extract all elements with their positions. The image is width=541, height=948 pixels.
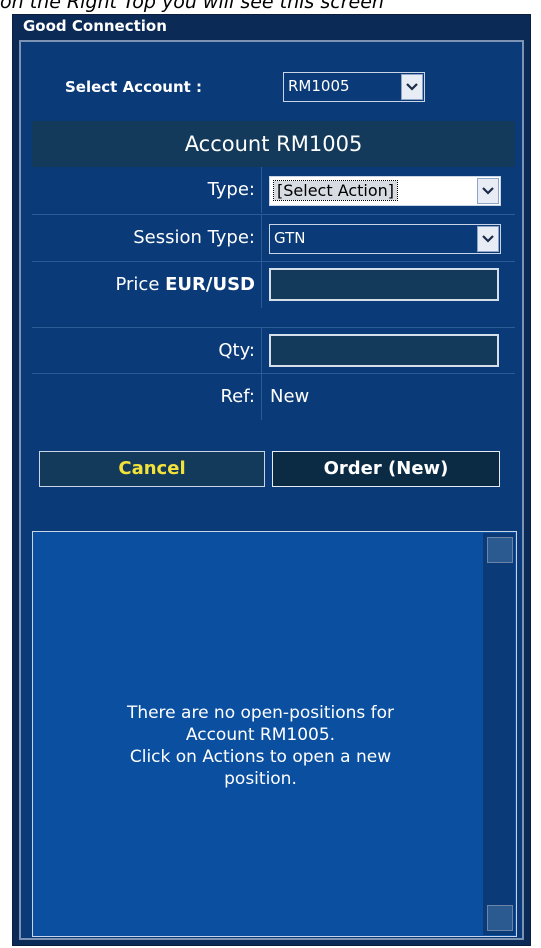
session-type-select[interactable]: GTN — [269, 224, 501, 254]
session-type-label: Session Type: — [32, 215, 262, 261]
message-line: Account RM1005. — [185, 725, 336, 745]
price-label-pair: EUR/USD — [165, 274, 255, 295]
no-positions-message: There are no open-positions for Account … — [33, 702, 488, 790]
chevron-down-icon[interactable] — [477, 178, 499, 204]
panel-header: Account RM1005 — [32, 121, 515, 167]
order-panel: Account RM1005 Type: [Select Action] Ses… — [32, 121, 515, 493]
type-select[interactable]: [Select Action] — [269, 176, 501, 206]
price-label-prefix: Price — [115, 274, 166, 295]
scroll-down-button[interactable] — [487, 905, 513, 931]
ref-value: New — [270, 386, 310, 407]
qty-label: Qty: — [32, 328, 262, 374]
session-type-row: Session Type: GTN — [32, 214, 515, 261]
price-input[interactable] — [269, 268, 499, 301]
message-line: There are no open-positions for — [126, 703, 395, 723]
session-type-value: GTN — [274, 229, 306, 247]
qty-input[interactable] — [269, 334, 499, 367]
connection-window: Good Connection Select Account : RM1005 … — [12, 14, 531, 946]
scroll-up-button[interactable] — [487, 537, 513, 563]
window-content: Select Account : RM1005 Account RM1005 T… — [19, 40, 524, 940]
chevron-down-icon[interactable] — [401, 74, 423, 100]
account-select[interactable]: RM1005 — [283, 72, 425, 102]
chevron-down-icon[interactable] — [477, 226, 499, 252]
order-button[interactable]: Order (New) — [272, 451, 500, 487]
ref-label: Ref: — [32, 374, 262, 420]
message-line: Click on Actions to open a new — [129, 747, 392, 767]
account-select-value: RM1005 — [288, 77, 350, 95]
type-row: Type: [Select Action] — [32, 167, 515, 213]
account-select-row: Select Account : RM1005 — [21, 42, 522, 122]
qty-row: Qty: — [32, 327, 515, 374]
cancel-button[interactable]: Cancel — [39, 451, 265, 487]
ref-row: Ref: New — [32, 373, 515, 420]
top-caption: on the Right Top you will see this scree… — [0, 0, 384, 13]
open-positions-panel: There are no open-positions for Account … — [32, 531, 517, 937]
type-label: Type: — [32, 167, 262, 213]
message-line: position. — [224, 769, 297, 789]
scrollbar[interactable] — [483, 533, 515, 935]
price-row: Price EUR/USD — [32, 261, 515, 308]
price-label: Price EUR/USD — [32, 262, 262, 308]
window-title: Good Connection — [23, 17, 167, 35]
type-select-value: [Select Action] — [272, 180, 399, 201]
select-account-label: Select Account : — [65, 78, 203, 96]
